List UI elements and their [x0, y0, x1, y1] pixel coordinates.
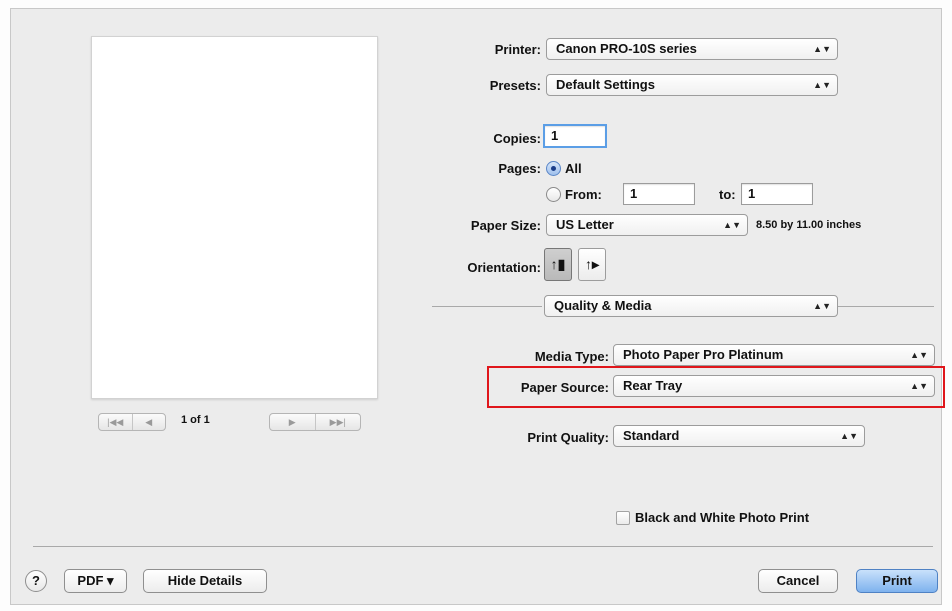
section-divider-left [432, 306, 542, 307]
media-type-popup[interactable]: Photo Paper Pro Platinum ▲▼ [613, 344, 935, 366]
bw-photo-print-label: Black and White Photo Print [635, 510, 810, 525]
printer-popup[interactable]: Canon PRO-10S series ▲▼ [546, 38, 838, 60]
popup-arrows-icon: ▲▼ [813, 44, 831, 54]
popup-arrows-icon: ▲▼ [910, 381, 928, 391]
popup-arrows-icon: ▲▼ [910, 350, 928, 360]
popup-arrows-icon: ▲▼ [813, 301, 831, 311]
section-divider-right [838, 306, 934, 307]
paper-source-label: Paper Source: [520, 380, 609, 395]
presets-popup[interactable]: Default Settings ▲▼ [546, 74, 838, 96]
presets-value: Default Settings [556, 77, 655, 92]
print-button[interactable]: Print [856, 569, 938, 593]
print-quality-value: Standard [623, 428, 680, 443]
pdf-menu-button[interactable]: PDF ▾ [64, 569, 127, 593]
section-value: Quality & Media [554, 298, 652, 313]
pages-range-radio[interactable] [546, 187, 561, 202]
orientation-label: Orientation: [467, 260, 541, 275]
pages-from-label: From: [565, 187, 602, 202]
preview-back-buttons[interactable]: |◀◀ ◀ [98, 413, 166, 431]
page-preview [91, 36, 378, 399]
paper-size-label: Paper Size: [470, 218, 541, 233]
orientation-portrait-button[interactable]: ↑▮ [544, 248, 572, 281]
orientation-landscape-button[interactable]: ↑▸ [578, 248, 606, 281]
last-page-icon[interactable]: ▶▶| [314, 414, 361, 430]
printer-value: Canon PRO-10S series [556, 41, 697, 56]
popup-arrows-icon: ▲▼ [813, 80, 831, 90]
presets-label: Presets: [489, 78, 541, 93]
copies-field[interactable]: 1 [543, 124, 607, 148]
first-page-icon[interactable]: |◀◀ [99, 414, 132, 430]
print-quality-popup[interactable]: Standard ▲▼ [613, 425, 865, 447]
hide-details-button[interactable]: Hide Details [143, 569, 267, 593]
print-quality-label: Print Quality: [527, 430, 609, 445]
next-page-icon[interactable]: ▶ [270, 414, 315, 430]
landscape-icon: ↑▸ [584, 256, 600, 272]
media-type-value: Photo Paper Pro Platinum [623, 347, 784, 362]
preview-forward-buttons[interactable]: ▶ ▶▶| [269, 413, 361, 431]
paper-source-value: Rear Tray [623, 378, 683, 393]
previous-page-icon[interactable]: ◀ [131, 414, 166, 430]
page-indicator: 1 of 1 [181, 414, 210, 426]
portrait-icon: ↑▮ [550, 256, 566, 272]
media-type-label: Media Type: [534, 349, 609, 364]
help-button[interactable]: ? [25, 570, 47, 592]
section-popup[interactable]: Quality & Media ▲▼ [544, 295, 838, 317]
paper-size-value: US Letter [556, 217, 614, 232]
paper-size-dimensions: 8.50 by 11.00 inches [756, 219, 862, 231]
pages-label: Pages: [498, 161, 541, 176]
cancel-button[interactable]: Cancel [758, 569, 838, 593]
pages-to-label: to: [719, 187, 736, 202]
print-dialog: |◀◀ ◀ 1 of 1 ▶ ▶▶| Printer: Canon PRO-10… [10, 8, 945, 605]
pages-to-field[interactable]: 1 [741, 183, 813, 205]
popup-arrows-icon: ▲▼ [723, 220, 741, 230]
popup-arrows-icon: ▲▼ [840, 431, 858, 441]
bw-photo-print-checkbox[interactable] [616, 511, 630, 525]
paper-source-popup[interactable]: Rear Tray ▲▼ [613, 375, 935, 397]
copies-label: Copies: [493, 131, 541, 146]
pages-all-label: All [565, 161, 582, 176]
pages-from-field[interactable]: 1 [623, 183, 695, 205]
printer-label: Printer: [494, 42, 541, 57]
paper-size-popup[interactable]: US Letter ▲▼ [546, 214, 748, 236]
pages-all-radio[interactable] [546, 161, 561, 176]
footer-divider [33, 546, 933, 547]
